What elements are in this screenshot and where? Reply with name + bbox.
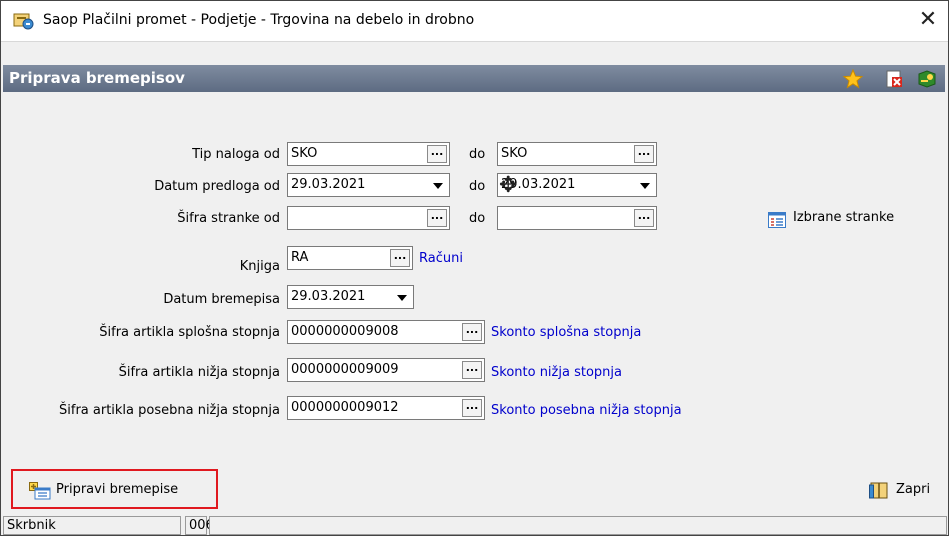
knjiga-field[interactable]: RA ... (287, 246, 413, 270)
tip-naloga-to-lookup-button[interactable]: ... (634, 145, 654, 163)
sifra-nizja-field[interactable]: 0000000009009 ... (287, 358, 485, 382)
book-icon (869, 482, 888, 499)
sifra-splosna-lookup-button[interactable]: ... (462, 323, 482, 341)
knjiga-description-link[interactable]: Računi (419, 251, 463, 266)
tip-naloga-to-label: do (469, 147, 486, 162)
datum-predloga-to-field[interactable]: 29.03.2021 (497, 173, 657, 197)
status-message (209, 516, 947, 535)
form-header: Priprava bremepisov (3, 65, 945, 92)
help-icon[interactable] (917, 69, 937, 89)
datum-bremepisa-field[interactable]: 29.03.2021 (287, 285, 414, 309)
status-bar: Skrbnik 006 (1, 514, 948, 535)
window-title: Saop Plačilni promet - Podjetje - Trgovi… (43, 12, 475, 28)
sifra-posebna-label: Šifra artikla posebna nižja stopnja (59, 403, 280, 418)
form-title: Priprava bremepisov (9, 69, 185, 87)
izbrane-stranke-label: Izbrane stranke (793, 210, 895, 225)
sifra-stranke-from-field[interactable]: ... (287, 206, 450, 230)
status-code: 006 (185, 516, 214, 535)
sifra-nizja-label: Šifra artikla nižja stopnja (118, 365, 280, 380)
skonto-nizja-link[interactable]: Skonto nižja stopnja (491, 365, 622, 380)
list-icon (768, 212, 786, 228)
close-window-button[interactable]: ✕ (908, 1, 948, 41)
skonto-posebna-link[interactable]: Skonto posebna nižja stopnja (491, 403, 682, 418)
sifra-nizja-lookup-button[interactable]: ... (462, 361, 482, 379)
sifra-stranke-to-lookup-button[interactable]: ... (634, 209, 654, 227)
close-document-icon[interactable] (884, 69, 904, 89)
close-icon: ✕ (918, 7, 938, 32)
skonto-splosna-link[interactable]: Skonto splošna stopnja (491, 325, 641, 340)
datum-predloga-from-dropdown[interactable] (428, 175, 448, 195)
sifra-posebna-field[interactable]: 0000000009012 ... (287, 396, 485, 420)
tip-naloga-from-field[interactable]: SKO ... (287, 142, 450, 166)
sifra-stranke-from-lookup-button[interactable]: ... (427, 209, 447, 227)
tip-naloga-from-lookup-button[interactable]: ... (427, 145, 447, 163)
zapri-label: Zapri (896, 482, 931, 497)
app-icon (13, 13, 34, 30)
datum-bremepisa-label: Datum bremepisa (163, 292, 280, 307)
pripravi-bremepise-label: Pripravi bremepise (56, 482, 179, 497)
datum-bremepisa-dropdown[interactable] (392, 287, 412, 307)
status-user: Skrbnik (3, 516, 181, 535)
add-list-icon (29, 482, 51, 500)
datum-predloga-from-field[interactable]: 29.03.2021 (287, 173, 450, 197)
datum-predloga-label: Datum predloga od (154, 179, 280, 194)
sifra-posebna-lookup-button[interactable]: ... (462, 399, 482, 417)
sifra-splosna-field[interactable]: 0000000009008 ... (287, 320, 485, 344)
datum-predloga-to-dropdown[interactable] (635, 175, 655, 195)
tip-naloga-label: Tip naloga od (192, 147, 280, 162)
datum-predloga-to-label: do (469, 179, 486, 194)
sifra-stranke-label: Šifra stranke od (177, 211, 280, 226)
tip-naloga-to-field[interactable]: SKO ... (497, 142, 657, 166)
title-bar: Saop Plačilni promet - Podjetje - Trgovi… (1, 1, 948, 42)
sifra-stranke-to-field[interactable]: ... (497, 206, 657, 230)
knjiga-label: Knjiga (239, 259, 280, 274)
star-icon[interactable] (843, 69, 863, 89)
sifra-splosna-label: Šifra artikla splošna stopnja (99, 325, 280, 340)
sifra-stranke-to-label: do (469, 211, 486, 226)
app-window: Saop Plačilni promet - Podjetje - Trgovi… (0, 0, 949, 536)
knjiga-lookup-button[interactable]: ... (390, 249, 410, 267)
